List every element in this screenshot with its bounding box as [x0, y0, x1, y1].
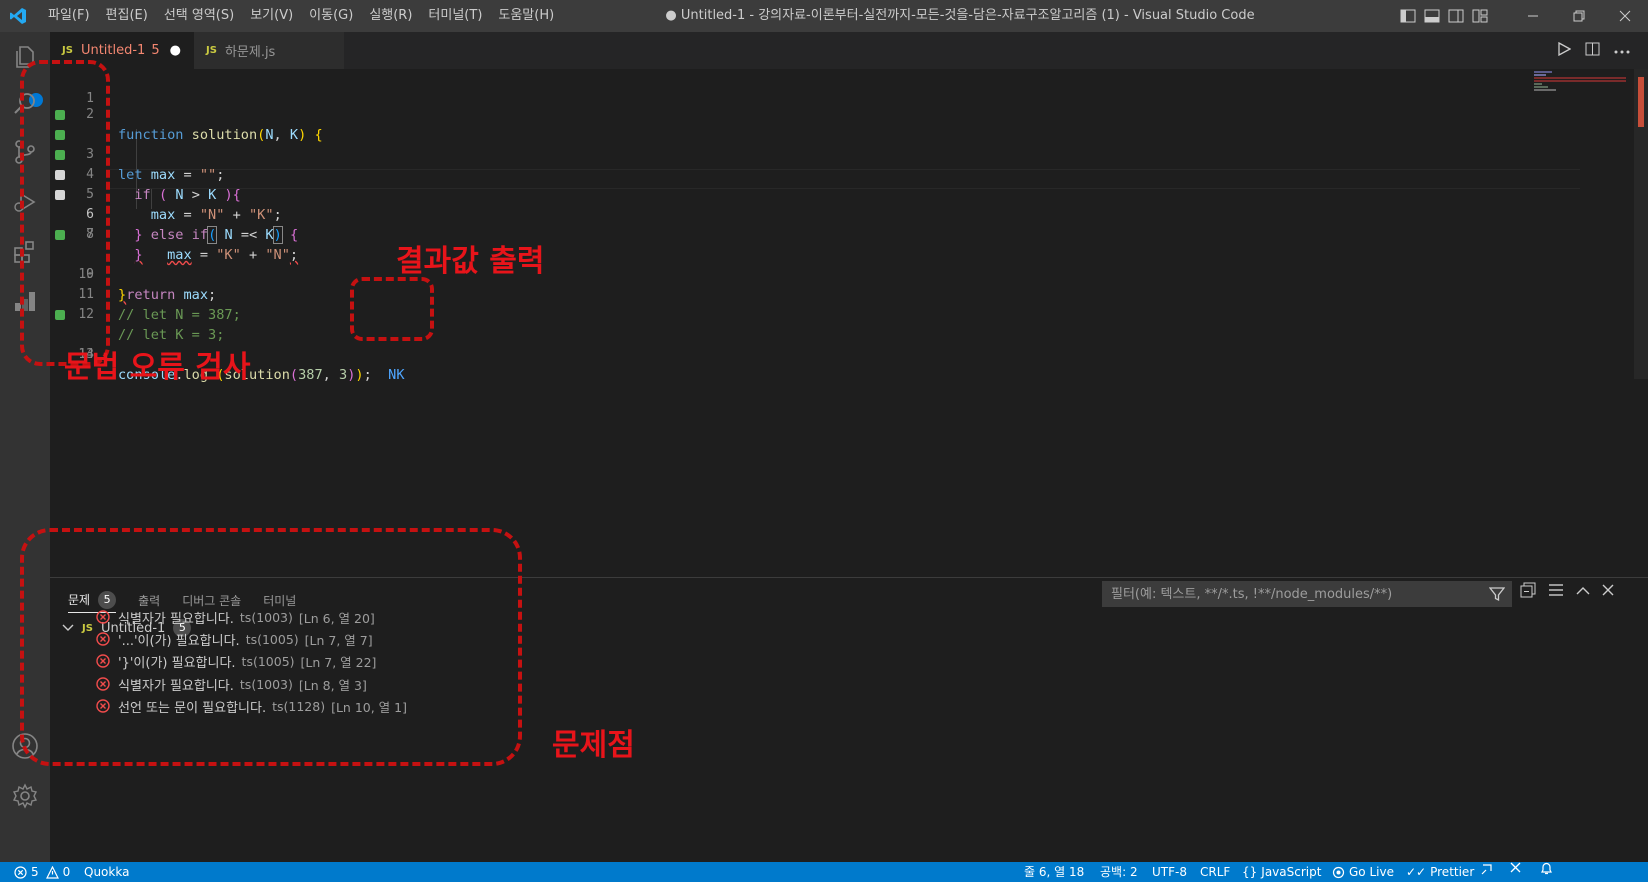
unsaved-dot-icon[interactable]: ●: [170, 43, 181, 58]
close-window-icon[interactable]: [1602, 0, 1648, 32]
syntax-check-annotation-label: 문법 오류 검사: [64, 350, 251, 385]
code-line: 14: [50, 325, 1580, 362]
minimize-icon[interactable]: [1510, 0, 1556, 32]
collapse-all-icon[interactable]: [1520, 582, 1536, 602]
toggle-panel-icon[interactable]: [1420, 0, 1444, 32]
toggle-primary-sidebar-icon[interactable]: [1396, 0, 1420, 32]
close-panel-icon[interactable]: [1602, 584, 1614, 600]
filter-placeholder: 필터(예: 텍스트, **/*.ts, !**/node_modules/**): [1111, 587, 1393, 602]
prettier-label: Prettier: [1430, 865, 1475, 879]
encoding[interactable]: UTF-8: [1152, 862, 1187, 882]
go-live-button[interactable]: Go Live: [1332, 862, 1394, 882]
view-as-table-icon[interactable]: [1548, 583, 1564, 601]
prettier-status[interactable]: ✓✓ Prettier: [1406, 862, 1474, 882]
menu-edit[interactable]: 편집(E): [98, 0, 156, 32]
menu-file[interactable]: 파일(F): [40, 0, 98, 32]
menu-view[interactable]: 보기(V): [242, 0, 301, 32]
menu-selection[interactable]: 선택 영역(S): [156, 0, 242, 32]
code-line: 11 // let N = 387;: [50, 265, 1580, 323]
result-output-annotation-box: [350, 277, 434, 341]
feedback-icon[interactable]: [1480, 862, 1494, 876]
cursor-position[interactable]: 줄 6, 열 18: [1024, 862, 1084, 882]
code-line: 13 console.log (solution(387, 3)); NK: [50, 305, 1580, 383]
notifications-bell-icon[interactable]: [1540, 862, 1553, 876]
problems-filter-input[interactable]: 필터(예: 텍스트, **/*.ts, !**/node_modules/**): [1102, 581, 1512, 607]
vscode-logo-icon: [0, 0, 36, 32]
code-line: 3 let max = "";: [50, 105, 1580, 183]
code-line: 6 } else if( N =< K) {: [50, 165, 1580, 244]
broadcast-icon: [1332, 866, 1345, 878]
code-line: 5 max = "N" + "K";: [50, 145, 1580, 223]
x-icon[interactable]: [1510, 862, 1521, 873]
code-line: 9 return max;: [50, 225, 1580, 303]
menu-help[interactable]: 도움말(H): [490, 0, 562, 32]
code-line: 7 max = "K" + "N";: [50, 185, 1580, 263]
language-label: JavaScript: [1261, 865, 1322, 879]
problems-annotation-box: [20, 528, 522, 766]
warning-icon: [45, 865, 59, 879]
end-of-line[interactable]: CRLF: [1200, 862, 1230, 882]
customize-layout-icon[interactable]: [1468, 0, 1492, 32]
minimap[interactable]: [1534, 69, 1626, 109]
code-line: 2 function solution(N, K) {: [50, 85, 1580, 143]
maximize-panel-icon[interactable]: [1576, 585, 1590, 600]
run-file-icon[interactable]: [1557, 41, 1572, 60]
editor-tab-bar: JS Untitled-1 5 ● JS 하문제.js: [50, 32, 1648, 69]
code-line: 12 // let K = 3;: [50, 285, 1580, 343]
tab-label: Untitled-1: [80, 43, 146, 58]
tab-problem-count: 5: [151, 43, 160, 58]
quokka-inline-result: NK: [388, 367, 405, 383]
menu-run[interactable]: 실행(R): [361, 0, 420, 32]
tab-label: 하문제.js: [224, 45, 276, 60]
double-check-icon: ✓✓: [1406, 865, 1427, 879]
js-file-icon: JS: [62, 45, 73, 56]
more-actions-icon[interactable]: [1614, 43, 1630, 58]
tab-hamunje[interactable]: JS 하문제.js: [194, 32, 344, 69]
menu-terminal[interactable]: 터미널(T): [420, 0, 490, 32]
error-icon: [14, 865, 27, 879]
title-bar: 파일(F) 편집(E) 선택 영역(S) 보기(V) 이동(G) 실행(R) 터…: [0, 0, 1648, 32]
js-file-icon: JS: [206, 45, 217, 56]
settings-gear-icon[interactable]: [0, 772, 50, 820]
menu-bar: 파일(F) 편집(E) 선택 영역(S) 보기(V) 이동(G) 실행(R) 터…: [40, 0, 562, 32]
toggle-secondary-sidebar-icon[interactable]: [1444, 0, 1468, 32]
result-output-annotation-label: 결과값 출력: [396, 244, 545, 279]
syntax-check-annotation-box: [20, 60, 110, 366]
warning-count: 0: [62, 865, 71, 879]
go-live-label: Go Live: [1349, 865, 1394, 879]
status-bar: 5 0 Quokka 줄 6, 열 18 공백: 2 UTF-8 CRLF {}…: [0, 862, 1648, 882]
language-mode[interactable]: {} JavaScript: [1242, 862, 1321, 882]
indentation[interactable]: 공백: 2: [1100, 862, 1138, 882]
code-line: 8 }: [50, 205, 1580, 263]
code-editor[interactable]: 1 2 function solution(N, K) { 3 let max …: [50, 69, 1648, 577]
problems-status[interactable]: 5 0: [14, 862, 70, 882]
error-count: 5: [31, 865, 39, 879]
filter-icon[interactable]: [1488, 586, 1506, 612]
split-editor-icon[interactable]: [1585, 42, 1600, 60]
editor-scrollbar[interactable]: [1634, 69, 1648, 379]
problems-annotation-label: 문제점: [552, 728, 635, 763]
window-title: ● Untitled-1 - 강의자료-이론부터-실전까지-모든-것을-담은-자…: [665, 8, 1255, 23]
code-line: 4 if ( N > K ){: [50, 125, 1580, 203]
menu-go[interactable]: 이동(G): [301, 0, 361, 32]
restore-icon[interactable]: [1556, 0, 1602, 32]
quokka-status[interactable]: Quokka: [84, 862, 129, 882]
error-overview-marker: [1638, 77, 1644, 127]
braces-icon: {}: [1242, 865, 1258, 879]
code-line: 10 }: [50, 245, 1580, 303]
